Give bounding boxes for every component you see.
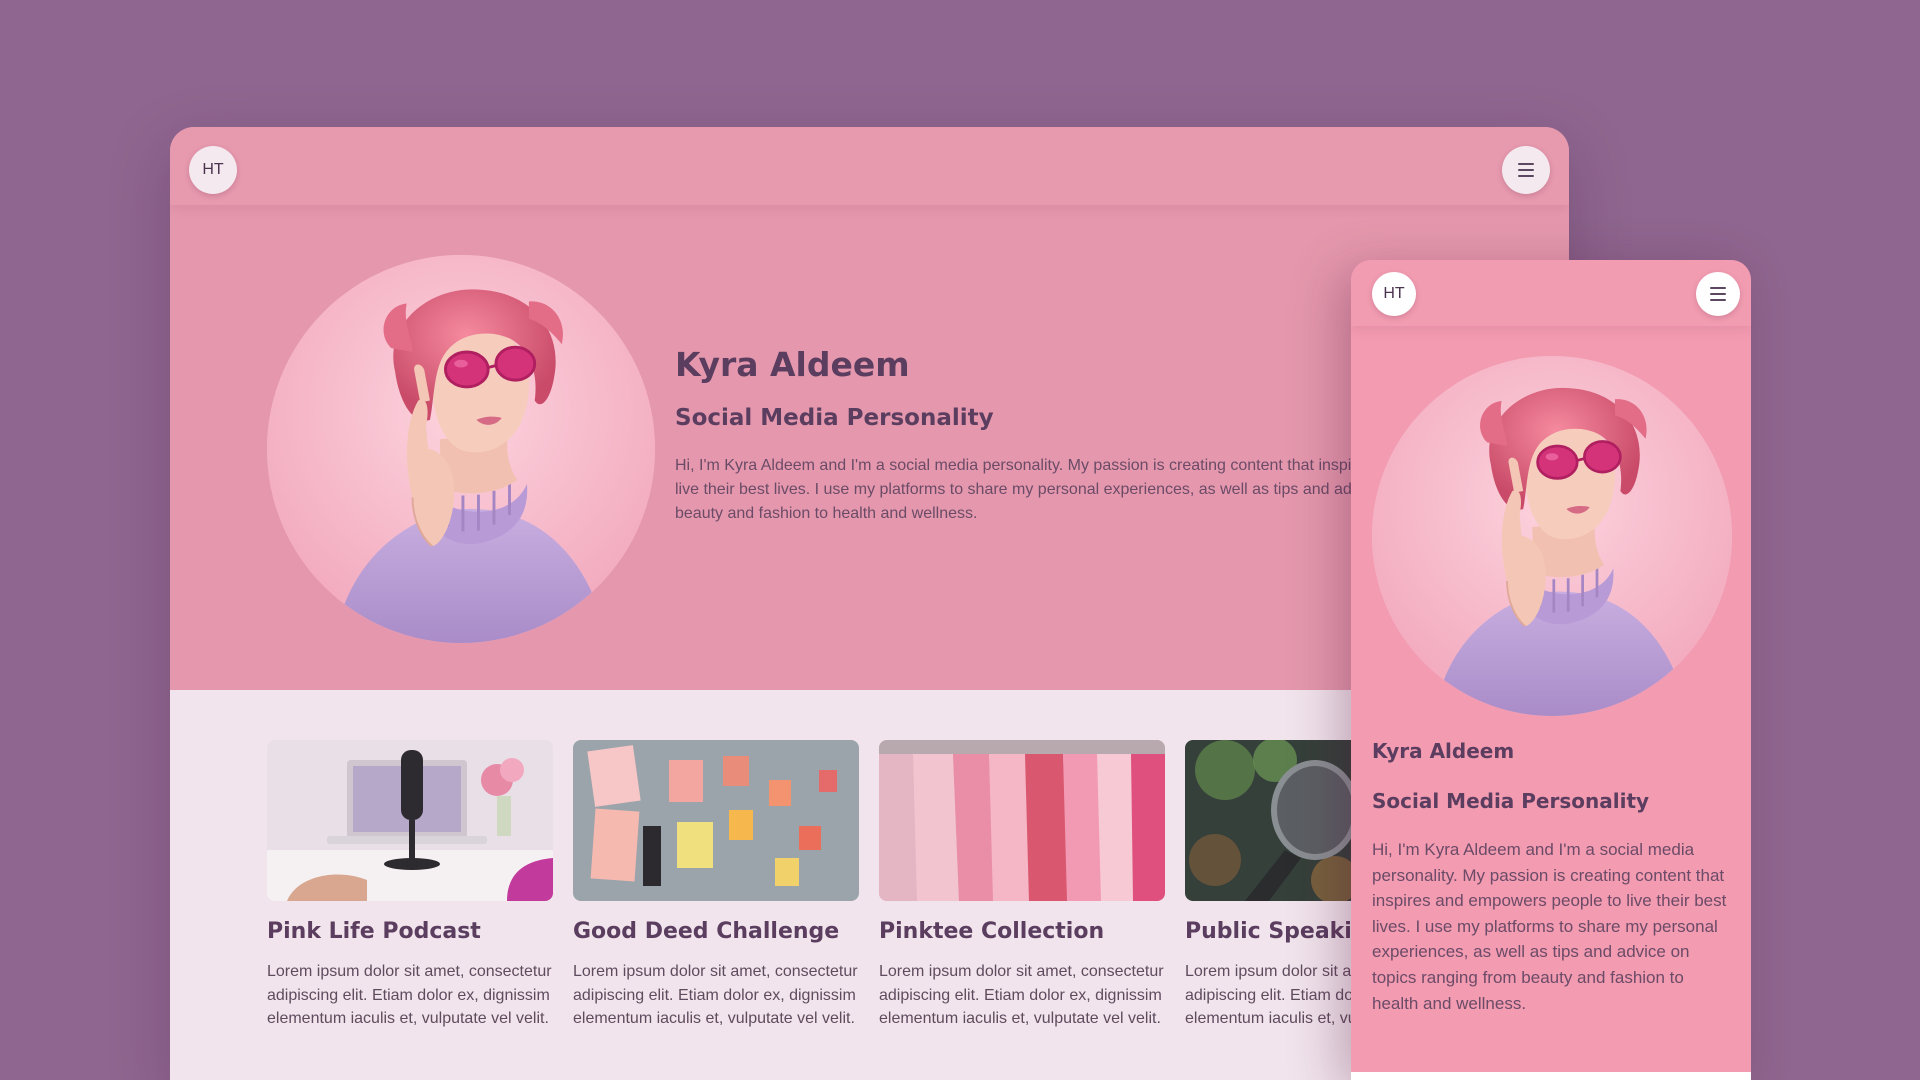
- mobile-mockup: HT Kyra Aldeem Social Media Personality …: [1351, 260, 1751, 1080]
- project-description: Lorem ipsum dolor sit amet, consectetur …: [879, 963, 1164, 1027]
- profile-role: Social Media Personality: [675, 405, 994, 431]
- project-card[interactable]: Good Deed Challenge Lorem ipsum dolor si…: [573, 740, 859, 1031]
- project-card[interactable]: Pink Life Podcast Lorem ipsum dolor sit …: [267, 740, 553, 1031]
- mobile-navbar: HT: [1351, 260, 1751, 326]
- desktop-navbar: HT: [170, 127, 1569, 205]
- project-description: Lorem ipsum dolor sit amet, consectetur …: [573, 963, 858, 1027]
- project-description: Lorem ipsum dolor sit amet, consectetur …: [267, 963, 552, 1027]
- hamburger-menu-icon: [1518, 163, 1534, 177]
- mobile-logo[interactable]: HT: [1372, 272, 1416, 316]
- mobile-bottom-section: [1351, 1072, 1751, 1080]
- mobile-profile-name: Kyra Aldeem: [1372, 739, 1515, 763]
- project-title: Pink Life Podcast: [267, 919, 481, 944]
- desktop-menu-button[interactable]: [1502, 146, 1550, 194]
- mobile-profile-bio: Hi, I'm Kyra Aldeem and I'm a social med…: [1372, 840, 1727, 1013]
- project-image: [573, 740, 859, 901]
- desktop-logo[interactable]: HT: [189, 146, 237, 194]
- project-card[interactable]: Pinktee Collection Lorem ipsum dolor sit…: [879, 740, 1165, 1031]
- project-image: [267, 740, 553, 901]
- mobile-profile-photo: [1372, 356, 1732, 716]
- profile-photo: [267, 255, 655, 643]
- project-title: Pinktee Collection: [879, 919, 1105, 944]
- project-title: Good Deed Challenge: [573, 919, 840, 944]
- mobile-menu-button[interactable]: [1696, 272, 1740, 316]
- profile-name: Kyra Aldeem: [675, 345, 910, 384]
- hamburger-menu-icon: [1710, 287, 1726, 301]
- mobile-profile-role: Social Media Personality: [1372, 789, 1650, 813]
- project-image: [879, 740, 1165, 901]
